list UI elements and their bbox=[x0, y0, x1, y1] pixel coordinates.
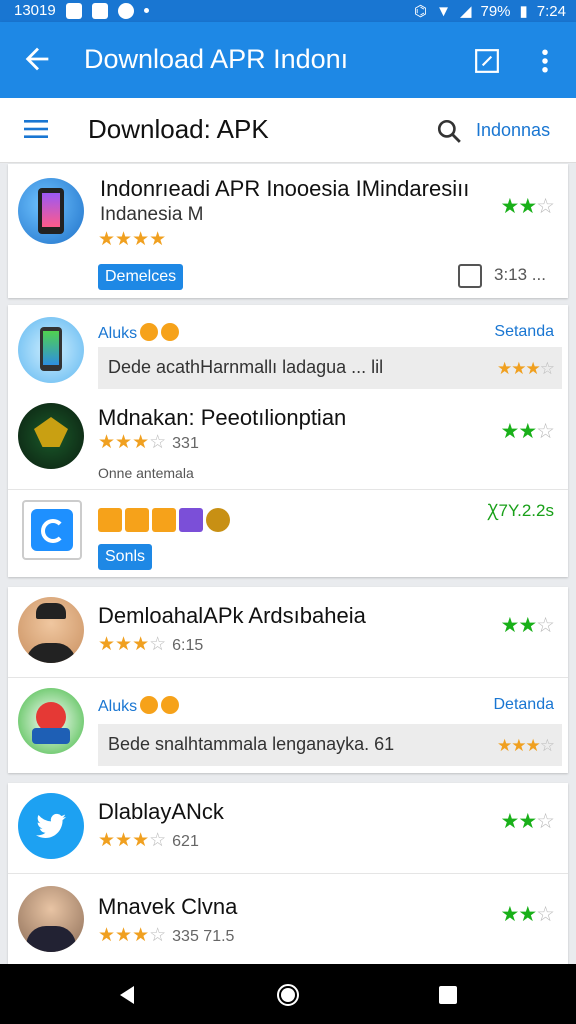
app-icon-gaming bbox=[18, 403, 84, 469]
star-rating: ★★★☆ 6:15 bbox=[98, 634, 204, 655]
wifi-icon: ▼ bbox=[436, 2, 451, 20]
card2-row1[interactable]: Aluks Setanda Dede acathHarnmallı ladagu… bbox=[8, 305, 568, 401]
download-badge[interactable]: Demelces bbox=[98, 264, 184, 290]
app-icon-phone bbox=[18, 178, 84, 244]
app-card-2: Aluks Setanda Dede acathHarnmallı ladagu… bbox=[8, 305, 568, 577]
right-rating: ★★☆ bbox=[500, 195, 555, 218]
notification-icon bbox=[65, 2, 82, 19]
description-text: Dede acathHarnmallı ladagua ... lil bbox=[108, 357, 384, 377]
nav-home-icon[interactable] bbox=[276, 983, 300, 1007]
star-rating: ★★★☆ 621 bbox=[98, 830, 199, 851]
card2-row3[interactable]: Ꭓ7Y.2.2s Sonls bbox=[8, 489, 568, 578]
right-rating: ★★☆ bbox=[500, 420, 555, 443]
app-icon-person bbox=[18, 886, 84, 952]
app-name: DlablayANck bbox=[98, 799, 224, 824]
card2-row2[interactable]: Mdnakan: Peeotılionptian ★★★☆ 331 ★★☆ Onn… bbox=[8, 401, 568, 489]
region-filter-link[interactable]: Indonnas bbox=[476, 120, 550, 141]
app-bar-title: Download APR Indonı bbox=[84, 44, 349, 74]
category-right-link[interactable]: Setanda bbox=[494, 323, 554, 341]
app-name: Mnavek Clvna bbox=[98, 894, 238, 919]
description-rating: ★★★☆ bbox=[497, 359, 555, 378]
battery-percent: 79% bbox=[480, 2, 511, 20]
app-name: Mdnakan: Peeotılionptian bbox=[98, 405, 347, 430]
app-card-3: DemloahalAPk Ardsıbaheia ★★★☆ 6:15 ★★☆ Al… bbox=[8, 587, 568, 773]
more-vert-icon[interactable] bbox=[530, 46, 560, 76]
vibrate-icon: ⌬ bbox=[413, 3, 428, 20]
app-subtitle: Indanesia M bbox=[100, 204, 204, 225]
card4-row1[interactable]: DlablayANck ★★★☆ 621 ★★☆ bbox=[8, 783, 568, 873]
toolbar-title: Download: APK bbox=[88, 114, 269, 144]
app-card-4: DlablayANck ★★★☆ 621 ★★☆ Mnavek Clvna ★★★… bbox=[8, 783, 568, 964]
description-rating: ★★★☆ bbox=[497, 736, 555, 755]
gmail-icon bbox=[91, 2, 108, 19]
edit-icon[interactable] bbox=[474, 48, 500, 74]
secondary-toolbar: Download: APK Indonnas bbox=[0, 98, 576, 163]
status-time: 13019 bbox=[14, 2, 56, 19]
right-rating: ★★☆ bbox=[500, 614, 555, 637]
app-icon-refresh bbox=[22, 500, 82, 560]
app-card-1[interactable]: Indonrıeadi APR Inooesia IMindaresiıı In… bbox=[8, 164, 568, 298]
app-icon-avatar bbox=[18, 597, 84, 663]
right-rating: ★★☆ bbox=[500, 810, 555, 833]
category-badge[interactable]: Sonls bbox=[98, 544, 153, 570]
nav-back-icon[interactable] bbox=[116, 983, 140, 1007]
camera-icon bbox=[117, 2, 134, 19]
star-rating: ★★★☆ 331 bbox=[98, 432, 199, 453]
card4-row2[interactable]: Mnavek Clvna ★★★☆ 335 71.5 ★★☆ bbox=[8, 873, 568, 965]
clipboard-icon bbox=[458, 264, 482, 288]
emoji-icon bbox=[161, 696, 180, 714]
app-note: Onne antemala bbox=[98, 465, 194, 481]
right-rating: ★★☆ bbox=[500, 903, 555, 926]
app-icon-cartoon bbox=[18, 688, 84, 754]
meta-text: 3:13 ... bbox=[494, 265, 546, 284]
emoji-strip bbox=[98, 508, 230, 532]
emoji-icon bbox=[161, 323, 180, 341]
emoji-icon bbox=[140, 696, 159, 714]
battery-icon: ▮ bbox=[519, 3, 528, 20]
signal-icon: ◢ bbox=[459, 3, 472, 20]
card3-row2[interactable]: Aluks Detanda Bede snalhtammala lenganay… bbox=[8, 677, 568, 774]
dot-icon bbox=[143, 8, 149, 13]
description-text: Bede snalhtammala lenganayka. 61 bbox=[108, 734, 395, 754]
star-rating: ★★★☆ 335 71.5 bbox=[98, 925, 235, 946]
star-rating: ★★★★ bbox=[98, 229, 167, 250]
nav-recents-icon[interactable] bbox=[436, 983, 460, 1007]
hamburger-menu-icon[interactable] bbox=[24, 118, 48, 140]
twitter-icon bbox=[18, 793, 84, 859]
category-label: Aluks bbox=[98, 323, 180, 343]
status-bar: 13019 ⌬ ▼ ◢ 79% ▮ 7:24 bbox=[0, 0, 576, 22]
back-arrow-icon[interactable] bbox=[20, 42, 54, 76]
app-name: Indonrıeadi APR Inooesia IMindaresiıı bbox=[100, 176, 470, 201]
description-bar: Bede snalhtammala lenganayka. 61 ★★★☆ bbox=[98, 724, 562, 766]
category-right-link[interactable]: Detanda bbox=[494, 696, 555, 714]
app-name: DemloahalAPk Ardsıbaheia bbox=[98, 603, 366, 628]
version-text: Ꭓ7Y.2.2s bbox=[487, 501, 554, 520]
card3-row1[interactable]: DemloahalAPk Ardsıbaheia ★★★☆ 6:15 ★★☆ bbox=[8, 587, 568, 677]
app-bar: Download APR Indonı bbox=[0, 22, 576, 98]
emoji-icon bbox=[140, 323, 159, 341]
app-icon-phone-small bbox=[18, 317, 84, 383]
navigation-bar bbox=[0, 964, 576, 1024]
clock: 7:24 bbox=[536, 2, 566, 20]
category-label: Aluks bbox=[98, 696, 180, 716]
search-icon[interactable] bbox=[436, 118, 462, 144]
description-bar: Dede acathHarnmallı ladagua ... lil ★★★☆ bbox=[98, 347, 562, 389]
